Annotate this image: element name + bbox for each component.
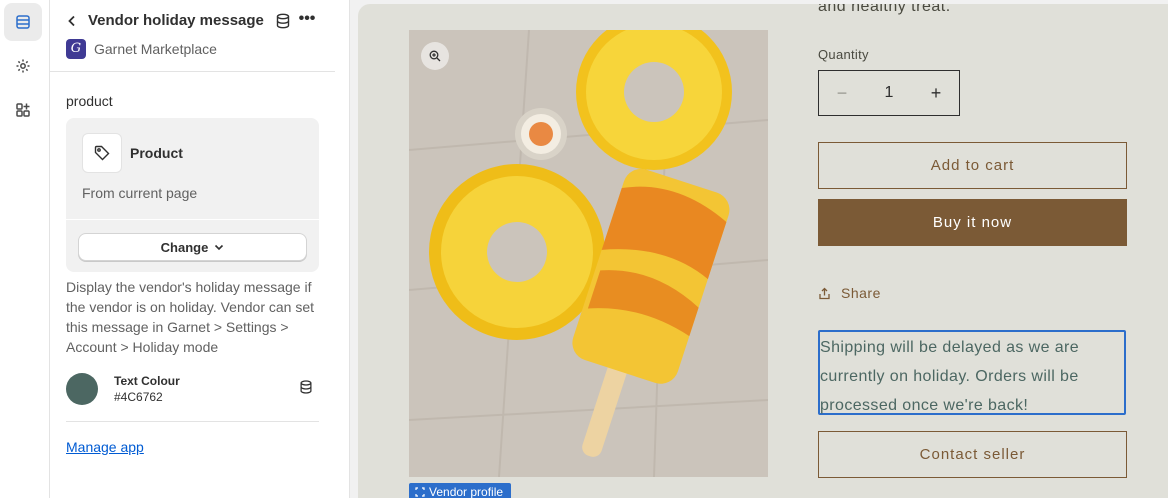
- apps-icon[interactable]: [4, 91, 42, 129]
- panel-header: Vendor holiday message ••• G Garnet Mark…: [50, 0, 335, 72]
- more-options-icon[interactable]: •••: [298, 11, 316, 30]
- card-divider: [66, 219, 319, 220]
- decrease-quantity-button[interactable]: −: [819, 71, 865, 115]
- app-logo: G: [66, 39, 86, 59]
- change-label: Change: [160, 239, 209, 255]
- contact-seller-button[interactable]: Contact seller: [818, 431, 1127, 478]
- quantity-label: Quantity: [818, 47, 869, 62]
- increase-quantity-button[interactable]: +: [913, 71, 959, 115]
- text-colour-value: #4C6762: [114, 390, 163, 404]
- vendor-profile-label: Vendor profile: [429, 485, 504, 498]
- panel-title: Vendor holiday message: [88, 12, 264, 29]
- database-icon[interactable]: [274, 12, 292, 30]
- selection-icon: [415, 487, 425, 497]
- icon-rail: [0, 0, 50, 498]
- settings-panel: Vendor holiday message ••• G Garnet Mark…: [50, 0, 350, 498]
- product-source-card: Product From current page Change: [66, 118, 319, 272]
- colour-swatch[interactable]: [66, 373, 98, 405]
- quantity-input[interactable]: 1: [865, 71, 913, 115]
- database-icon[interactable]: [298, 379, 314, 395]
- product-description-fragment: and healthy treat.: [818, 4, 951, 15]
- product-source: From current page: [82, 185, 198, 201]
- change-button[interactable]: Change: [78, 233, 307, 261]
- zoom-icon[interactable]: [421, 42, 449, 70]
- buy-now-button[interactable]: Buy it now: [818, 199, 1127, 246]
- gear-icon[interactable]: [4, 47, 42, 85]
- product-tag-icon: [82, 133, 122, 173]
- product-image: [409, 30, 768, 477]
- vendor-holiday-message: Shipping will be delayed as we are curre…: [818, 330, 1126, 415]
- product-name: Product: [130, 145, 183, 161]
- share-button[interactable]: Share: [818, 284, 881, 302]
- storefront-preview: Vendor profile and healthy treat. Quanti…: [358, 4, 1168, 498]
- share-icon: [819, 287, 830, 299]
- help-text: Display the vendor's holiday message if …: [66, 279, 315, 355]
- add-to-cart-button[interactable]: Add to cart: [818, 142, 1127, 189]
- sections-icon[interactable]: [4, 3, 42, 41]
- app-name: Garnet Marketplace: [94, 41, 217, 57]
- text-colour-label: Text Colour: [114, 374, 180, 388]
- divider: [66, 421, 319, 422]
- chevron-down-icon: [215, 244, 224, 251]
- share-label: Share: [841, 285, 881, 301]
- vendor-profile-tag[interactable]: Vendor profile: [409, 483, 512, 498]
- back-arrow-icon[interactable]: [64, 12, 80, 30]
- section-label: product: [66, 93, 113, 109]
- manage-app-link[interactable]: Manage app: [66, 439, 144, 455]
- quantity-stepper: − 1 +: [818, 70, 960, 116]
